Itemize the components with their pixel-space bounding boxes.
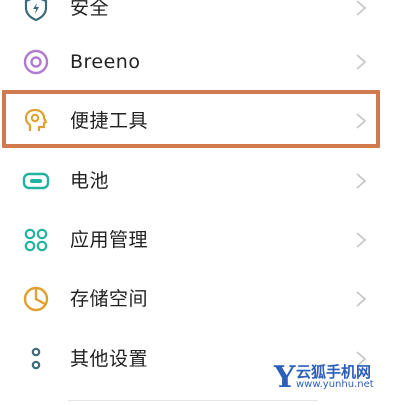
battery-icon bbox=[22, 167, 50, 195]
settings-item-convenience-tools[interactable]: 便捷工具 bbox=[0, 91, 400, 151]
settings-item-app-management[interactable]: 应用管理 bbox=[0, 210, 400, 270]
chevron-right-icon bbox=[354, 290, 368, 308]
watermark-logo: Y bbox=[274, 360, 296, 395]
settings-item-label: 便捷工具 bbox=[70, 110, 149, 132]
settings-item-label: 其他设置 bbox=[70, 348, 149, 370]
breeno-icon bbox=[22, 48, 50, 76]
settings-item-breeno[interactable]: Breeno bbox=[0, 32, 400, 92]
settings-item-label: 安全 bbox=[70, 0, 110, 19]
app-management-icon bbox=[22, 226, 50, 254]
settings-list: 安全 Breeno 便捷工具 电池 应用管理 存储空间 其他设置 bbox=[0, 0, 400, 405]
settings-item-label: 存储空间 bbox=[70, 288, 149, 310]
shield-icon bbox=[22, 0, 50, 22]
storage-icon bbox=[22, 285, 50, 313]
list-divider bbox=[68, 400, 318, 401]
settings-item-battery[interactable]: 电池 bbox=[0, 151, 400, 211]
watermark-url: www.yunhu.net bbox=[296, 379, 374, 390]
chevron-right-icon bbox=[354, 231, 368, 249]
chevron-right-icon bbox=[354, 112, 368, 130]
settings-item-label: 电池 bbox=[70, 170, 110, 192]
watermark: Y 云狐手机网 www.yunhu.net bbox=[274, 361, 386, 395]
chevron-right-icon bbox=[354, 0, 368, 17]
more-settings-icon bbox=[22, 345, 50, 373]
chevron-right-icon bbox=[354, 172, 368, 190]
chevron-right-icon bbox=[354, 53, 368, 71]
settings-item-label: Breeno bbox=[70, 51, 141, 73]
convenience-tools-icon bbox=[22, 107, 50, 135]
settings-item-label: 应用管理 bbox=[70, 229, 149, 251]
settings-item-storage[interactable]: 存储空间 bbox=[0, 269, 400, 329]
